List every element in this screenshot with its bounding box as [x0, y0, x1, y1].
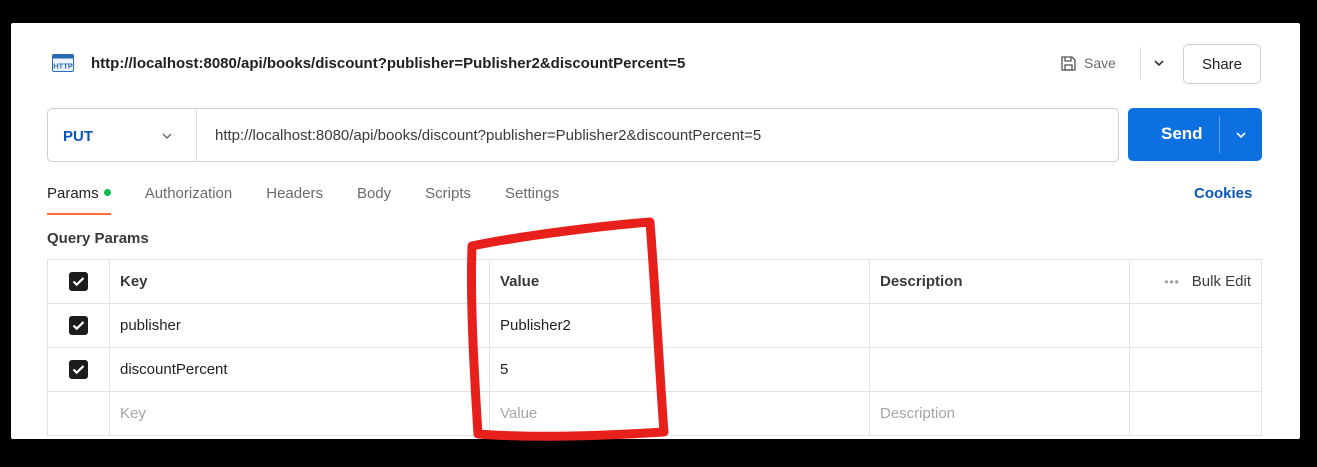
query-params-table: Key Value Description ••• Bulk Edit publi… — [47, 259, 1262, 436]
table-row-empty: Key Value Description — [47, 391, 1262, 436]
row-checkbox[interactable] — [69, 316, 88, 335]
method-divider — [196, 109, 197, 161]
param-key-cell[interactable]: discountPercent — [109, 347, 490, 392]
request-title[interactable]: http://localhost:8080/api/books/discount… — [91, 55, 685, 72]
tab-headers[interactable]: Headers — [266, 183, 323, 215]
select-all-checkbox[interactable] — [69, 272, 88, 291]
param-description-cell[interactable] — [869, 347, 1130, 392]
param-key-cell[interactable]: publisher — [109, 303, 490, 348]
checkmark-icon — [72, 277, 85, 287]
column-description: Description — [869, 259, 1130, 304]
more-icon: ••• — [1164, 275, 1180, 289]
tab-authorization[interactable]: Authorization — [145, 183, 233, 215]
chevron-down-icon[interactable] — [161, 130, 173, 142]
request-tabs: Params Authorization Headers Body Script… — [47, 183, 593, 215]
send-label: Send — [1161, 124, 1203, 143]
table-row: discountPercent 5 — [47, 347, 1262, 392]
checkmark-icon — [72, 321, 85, 331]
bulk-edit-button[interactable]: ••• Bulk Edit — [1129, 259, 1262, 304]
new-description-input[interactable]: Description — [869, 391, 1130, 436]
bulk-edit-label: Bulk Edit — [1191, 273, 1251, 290]
row-checkbox[interactable] — [69, 360, 88, 379]
tab-scripts[interactable]: Scripts — [425, 183, 471, 215]
request-title-row: HTTP http://localhost:8080/api/books/dis… — [11, 23, 1300, 85]
method-select[interactable]: PUT — [63, 128, 93, 145]
chevron-down-icon[interactable] — [1234, 128, 1248, 142]
query-params-title: Query Params — [47, 230, 149, 247]
tab-params[interactable]: Params — [47, 183, 111, 215]
chevron-down-icon[interactable] — [1152, 56, 1166, 70]
new-value-input[interactable]: Value — [489, 391, 870, 436]
params-active-dot — [103, 189, 111, 196]
table-header-row: Key Value Description ••• Bulk Edit — [47, 259, 1262, 304]
save-divider — [1140, 47, 1141, 79]
http-file-icon: HTTP — [52, 54, 74, 72]
param-extra-cell — [1129, 391, 1262, 436]
request-url-bar: PUT http://localhost:8080/api/books/disc… — [47, 108, 1119, 162]
cookies-link[interactable]: Cookies — [1194, 185, 1252, 202]
column-key: Key — [109, 259, 490, 304]
param-description-cell[interactable] — [869, 303, 1130, 348]
save-label: Save — [1084, 55, 1116, 71]
save-icon — [1061, 55, 1076, 71]
row-checkbox-cell — [47, 391, 110, 436]
request-panel: HTTP http://localhost:8080/api/books/dis… — [11, 23, 1300, 439]
row-checkbox-cell — [47, 303, 110, 348]
tab-settings[interactable]: Settings — [505, 183, 559, 215]
param-value-cell[interactable]: 5 — [489, 347, 870, 392]
column-value: Value — [489, 259, 870, 304]
share-button[interactable]: Share — [1183, 44, 1261, 84]
new-key-input[interactable]: Key — [109, 391, 490, 436]
checkmark-icon — [72, 365, 85, 375]
row-checkbox-cell — [47, 347, 110, 392]
select-all-cell — [47, 259, 110, 304]
table-row: publisher Publisher2 — [47, 303, 1262, 348]
send-button[interactable]: Send — [1128, 108, 1262, 161]
tab-params-label: Params — [47, 185, 99, 202]
tab-body[interactable]: Body — [357, 183, 391, 215]
param-extra-cell — [1129, 347, 1262, 392]
param-value-cell[interactable]: Publisher2 — [489, 303, 870, 348]
send-divider — [1219, 116, 1220, 153]
svg-text:HTTP: HTTP — [53, 62, 73, 71]
save-button[interactable]: Save — [1060, 50, 1116, 76]
param-extra-cell — [1129, 303, 1262, 348]
url-input[interactable]: http://localhost:8080/api/books/discount… — [215, 127, 761, 144]
